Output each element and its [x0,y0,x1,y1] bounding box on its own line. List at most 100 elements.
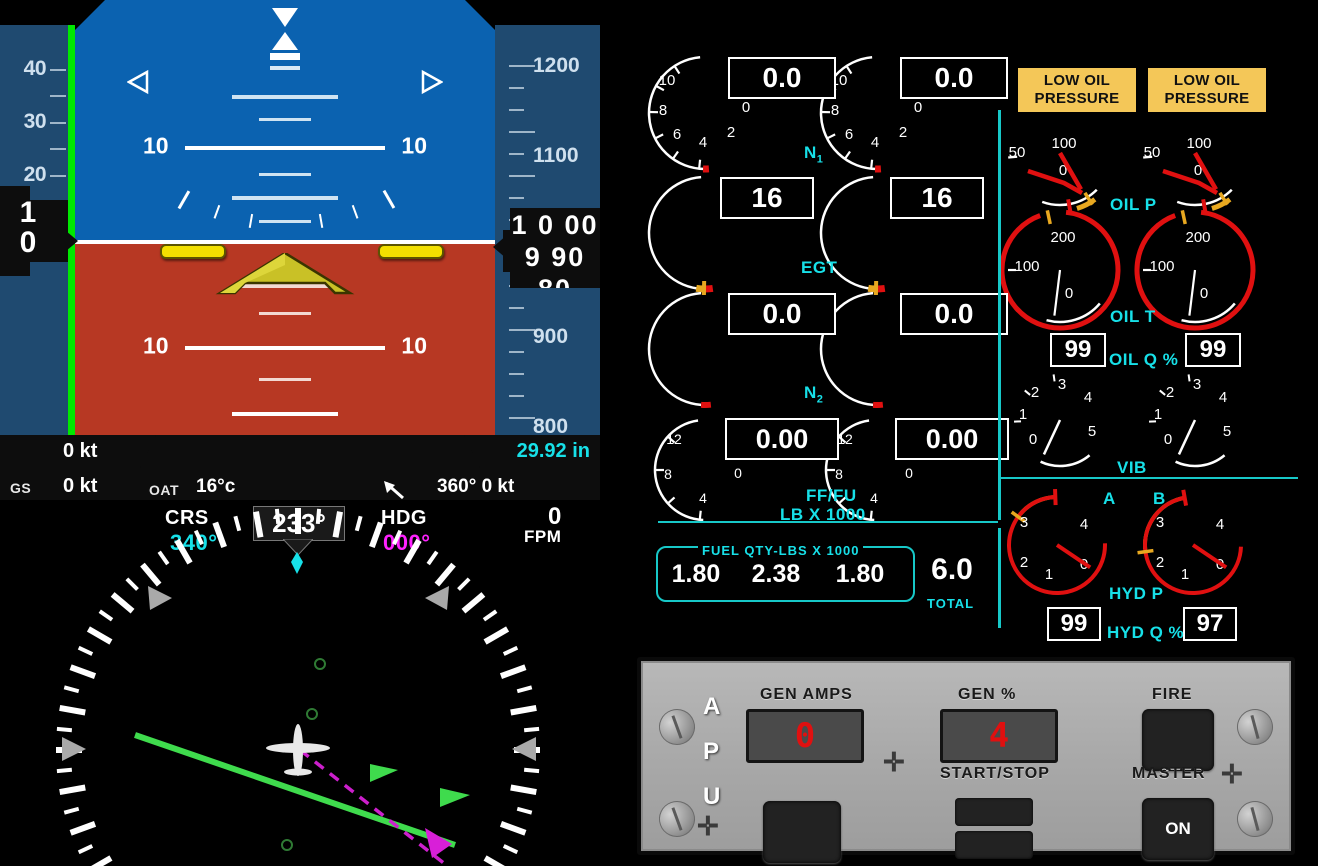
bank-mark-45r-icon [421,69,443,95]
gauge-tick-label: 3 [1020,514,1028,531]
compass-tick [91,855,113,866]
compass-tick [523,726,540,733]
airspeed-digit-upper: 1 [19,196,37,229]
airspeed-tick [50,148,66,150]
slip-indicator-triangle [272,32,298,50]
gauge-tick [698,159,702,169]
apu-bleed-button[interactable] [763,801,841,863]
slip-indicator-bar [270,53,300,60]
gauge-tick-label: 0 [1029,431,1037,448]
oat-value: 16°c [196,476,236,497]
pitch-line-12dn [259,378,311,381]
compass-tick [483,626,510,645]
pitch-line-20up [232,95,338,99]
gauge-tick [1053,488,1058,506]
oil-qty-label: OIL Q % [1109,350,1179,369]
gauge-tick-label: 8 [659,102,667,119]
altitude-tick [509,373,524,375]
compass-tick [212,521,227,549]
compass-tick [77,645,94,656]
gauge-tick-label: 5 [1088,423,1096,440]
hyd-qty-a: 99 [1047,607,1101,641]
compass-tick [499,664,527,679]
fuel-tank-right: 1.80 [835,560,885,588]
oil-qty-left: 99 [1050,333,1106,367]
compass-tick [69,821,97,836]
pitch-line-2up [232,196,338,200]
primary-flight-display[interactable]: 40 30 20 10 1 0 10 10 10 1200 1100 900 8… [0,0,600,500]
panel-phillips-2: ✛ [1221,759,1243,789]
pfd-data-strip: TAS 0 kt GS 0 kt OAT 16°c 360° 0 kt 29.9… [0,435,600,500]
gauge-tick-label: 100 [1014,258,1039,275]
vib-needle [1042,419,1062,455]
apu-control-panel[interactable]: A P U GEN AMPS 0 GEN % 4 FIRE START/STOP… [637,657,1295,863]
gauge-tick [826,133,836,140]
start-stop-switch-up[interactable] [955,798,1033,826]
hyd-qty-label: HYD Q % [1107,623,1185,642]
bearing-pointer-head [425,828,452,858]
attitude-indicator[interactable]: 10 10 10 10 [75,0,495,435]
fuel-caption: FUEL QTY-LBS X 1000 [698,543,864,558]
engine-indication-panel[interactable]: TAT +16 C 108642010864201284012840501000… [620,0,1318,650]
airspeed-tick [50,175,66,177]
engine-separator-horizontal [658,521,998,523]
compass-tick [193,529,204,546]
compass-tick [140,562,162,587]
master-button[interactable]: ON [1142,798,1214,860]
compass-tick [98,609,114,622]
altitude-tick [509,153,524,155]
compass-tick [125,577,139,591]
gauge-tick-label: 5 [1223,423,1231,440]
n2-gauge-arc [647,291,702,407]
airspeed-pointer [66,231,78,251]
baro-value[interactable]: 29.92 in [517,440,590,463]
oil-qty-right: 99 [1185,333,1241,367]
airspeed-tick [50,69,66,71]
adi-corner-tl [75,0,105,30]
gauge-tick-label: 12 [837,431,853,447]
altitude-digit-upper: 1 0 00 [511,210,599,240]
compass-tick [434,562,456,587]
gauge-tick-label: 12 [666,431,682,447]
compass-tick [110,592,135,614]
gauge-tick-label: 0 [1065,285,1073,302]
compass-tick [426,550,439,566]
adi-corner-tr [465,0,495,30]
airspeed-label: 30 [23,110,47,133]
start-stop-switch[interactable] [955,798,1033,862]
altitude-tick [509,87,524,89]
compass-tick [59,705,86,716]
compass-tick [516,685,533,694]
fire-button[interactable] [1142,709,1214,771]
compass-rose[interactable] [0,500,620,866]
gauge-tick-label: 4 [1080,516,1088,533]
gauge-tick-label: 0 [742,99,750,116]
horizontal-situation-indicator[interactable]: CRS 340° HDG 000° 0 FPM 233° [0,500,620,866]
gauge-tick-label: 4 [1084,389,1092,406]
gauge-tick-label: 3 [1193,376,1201,393]
gauge-tick-label: 4 [699,134,707,151]
gauge-tick-label: 2 [899,124,907,141]
gauge-tick [869,510,873,520]
gauge-tick-label: 4 [699,490,707,506]
compass-tick [63,806,80,815]
gauge-tick-label: 4 [871,134,879,151]
apu-letter-u: U [703,783,721,810]
start-stop-switch-down[interactable] [955,831,1033,859]
gauge-tick-label: 0 [1164,431,1172,448]
gauge-tick-label: 50 [1009,144,1026,161]
compass-tick [233,515,242,532]
pitch-line-7dn [259,312,311,315]
pitch-label-10dn-left: 10 [143,332,169,359]
gauge-tick-label: 50 [1144,144,1161,161]
gauge-tick-label: 2 [1156,554,1164,571]
course-needle-arrow-tip [440,788,470,807]
altitude-tick [509,417,535,419]
gauge-tick-label: 1 [1181,566,1189,583]
hyd-b-label: B [1153,489,1166,508]
gauge-tick-label: 100 [1149,258,1174,275]
altitude-label: 1200 [533,54,580,77]
egt-left-readout: 16 [720,177,814,219]
fuel-tank-center: 2.38 [751,560,801,588]
warn-line2: PRESSURE [1164,90,1250,107]
